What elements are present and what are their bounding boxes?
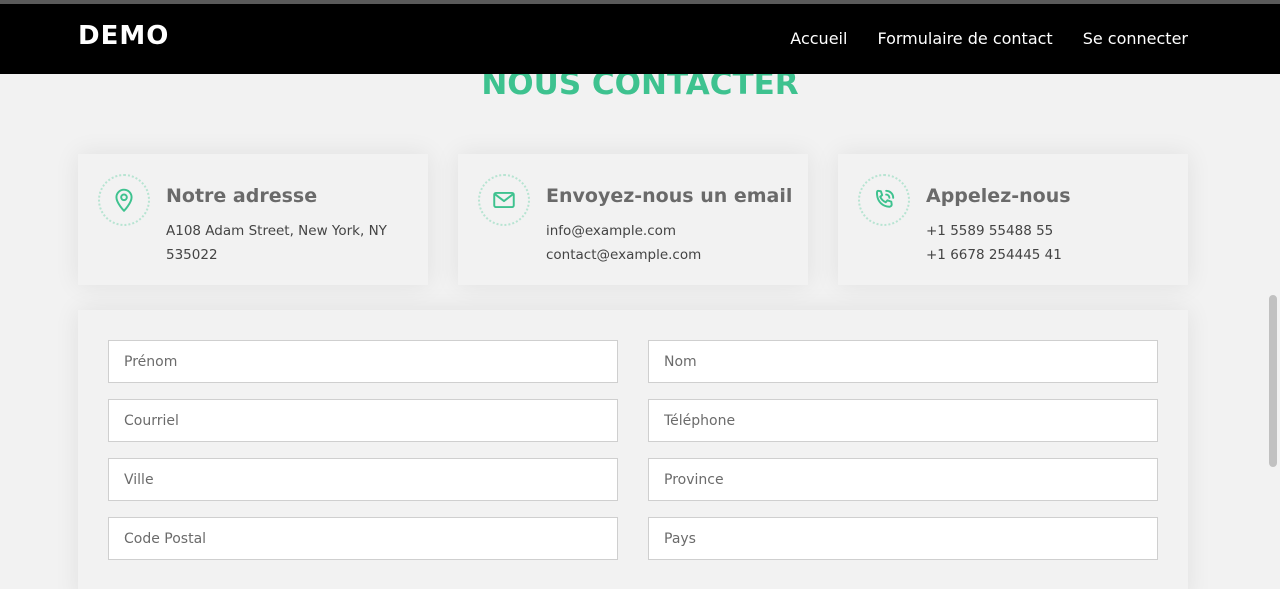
nav-link-home[interactable]: Accueil (790, 29, 847, 48)
country-input[interactable] (648, 517, 1158, 560)
phone-line-2[interactable]: +1 6678 254445 41 (926, 243, 1166, 267)
address-card-text: A108 Adam Street, New York, NY 535022 (166, 219, 406, 267)
phone-card-title: Appelez-nous (926, 185, 1071, 207)
address-card: Notre adresse A108 Adam Street, New York… (78, 154, 428, 285)
phone-icon (858, 174, 910, 226)
postal-code-input[interactable] (108, 517, 618, 560)
email-card-text: info@example.com contact@example.com (546, 219, 786, 267)
phone-card: Appelez-nous +1 5589 55488 55 +1 6678 25… (838, 154, 1188, 285)
address-line: A108 Adam Street, New York, NY 535022 (166, 223, 387, 263)
last-name-input[interactable] (648, 340, 1158, 383)
email-line-contact[interactable]: contact@example.com (546, 243, 786, 267)
first-name-input[interactable] (108, 340, 618, 383)
brand-logo[interactable]: DEMO (78, 21, 169, 51)
contact-form (78, 310, 1188, 589)
address-card-title: Notre adresse (166, 185, 318, 207)
email-card: Envoyez-nous un email info@example.com c… (458, 154, 808, 285)
nav-link-contact-form[interactable]: Formulaire de contact (877, 29, 1052, 48)
email-card-title: Envoyez-nous un email (546, 185, 793, 207)
email-input[interactable] (108, 399, 618, 442)
map-pin-icon (98, 174, 150, 226)
phone-input[interactable] (648, 399, 1158, 442)
nav-menu: Accueil Formulaire de contact Se connect… (790, 29, 1188, 48)
city-input[interactable] (108, 458, 618, 501)
phone-line-1[interactable]: +1 5589 55488 55 (926, 219, 1166, 243)
navbar: DEMO Accueil Formulaire de contact Se co… (0, 4, 1280, 74)
phone-card-text: +1 5589 55488 55 +1 6678 254445 41 (926, 219, 1166, 267)
email-line-info[interactable]: info@example.com (546, 219, 786, 243)
nav-link-login[interactable]: Se connecter (1083, 29, 1188, 48)
envelope-icon (478, 174, 530, 226)
scrollbar-thumb[interactable] (1269, 295, 1277, 467)
province-input[interactable] (648, 458, 1158, 501)
